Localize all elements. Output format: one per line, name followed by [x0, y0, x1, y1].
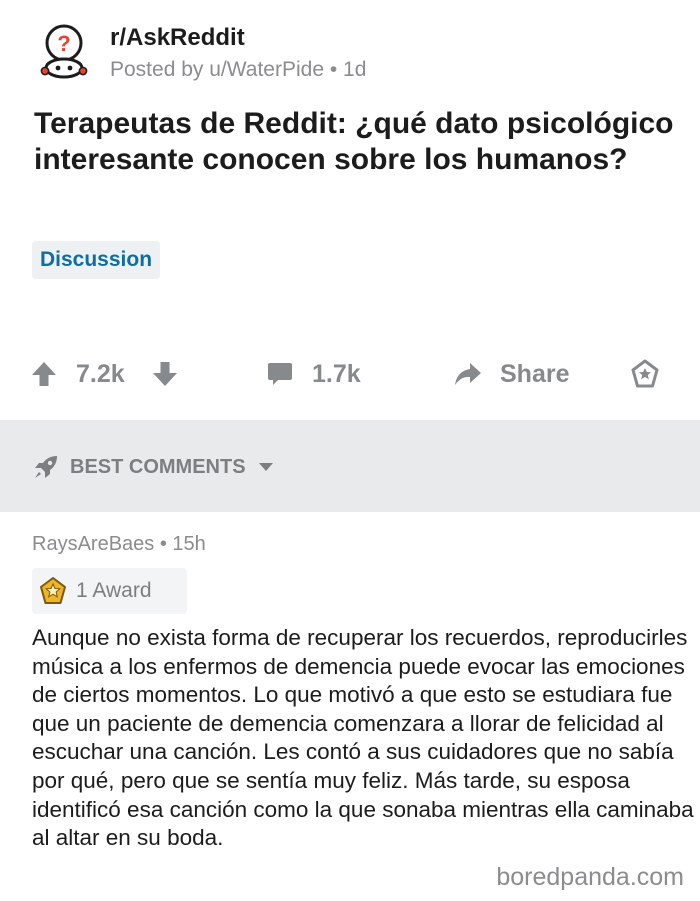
- subreddit-name[interactable]: r/AskReddit: [110, 24, 245, 52]
- posted-by-line: Posted by u/WaterPide • 1d: [110, 58, 367, 81]
- post-flair[interactable]: Discussion: [32, 241, 161, 279]
- upvote-arrow-icon: [32, 362, 56, 386]
- downvote-button[interactable]: [151, 352, 179, 396]
- svg-text:?: ?: [57, 31, 70, 56]
- sort-dropdown[interactable]: BEST COMMENTS: [32, 450, 274, 484]
- share-arrow-icon: [455, 363, 481, 385]
- comment-body: Aunque no exista forma de recuperar los …: [32, 625, 694, 851]
- watermark-text: boredpanda.com: [496, 863, 684, 891]
- share-label: Share: [500, 359, 570, 388]
- comment-award-chip[interactable]: 1 Award: [32, 568, 187, 614]
- sort-label: BEST COMMENTS: [70, 455, 246, 478]
- post-title: Terapeutas de Reddit: ¿qué dato psicológ…: [34, 107, 674, 176]
- post-action-bar: 7.2k 1.7k Share: [30, 352, 670, 396]
- comments-button[interactable]: 1.7k: [266, 352, 361, 396]
- caret-down-icon: [258, 463, 273, 471]
- award-badge-icon: [631, 359, 659, 388]
- comment-bubble-icon: [268, 363, 292, 385]
- post-header: ? r/AskReddit Posted by u/WaterPide • 1d: [34, 20, 674, 84]
- downvote-arrow-icon: [153, 362, 177, 386]
- upvote-button[interactable]: [30, 352, 58, 396]
- award-count-label: 1 Award: [76, 579, 152, 602]
- upvote-count: 7.2k: [76, 359, 125, 388]
- comment-author-line[interactable]: RaysAreBaes • 15h: [32, 533, 206, 556]
- askreddit-logo-icon[interactable]: ?: [34, 22, 94, 82]
- sort-bar: BEST COMMENTS: [0, 420, 700, 512]
- comment-count: 1.7k: [312, 359, 361, 388]
- share-button[interactable]: Share: [453, 352, 569, 396]
- award-button[interactable]: [630, 352, 660, 396]
- award-medal-icon: [40, 577, 66, 604]
- rocket-icon: [35, 456, 57, 478]
